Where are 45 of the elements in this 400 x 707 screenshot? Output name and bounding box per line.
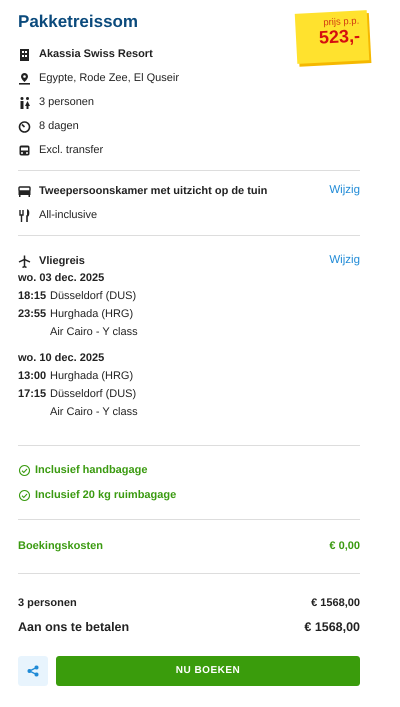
airport-text: Hurghada (HRG)	[50, 307, 134, 322]
check-circle-icon	[18, 488, 31, 502]
flight-time: 18:15	[18, 289, 48, 304]
flight-time: 17:15	[18, 387, 48, 402]
flight-time: 13:00	[18, 369, 48, 384]
price-label: prijs p.p.	[322, 16, 360, 30]
airport-text: Düsseldorf (DUS)	[50, 289, 136, 304]
board-text: All-inclusive	[39, 208, 98, 223]
booking-costs-value: € 0,00	[329, 539, 360, 554]
room-name: Tweepersoonskamer met uitzicht op de tuin	[39, 184, 268, 199]
detail-text: Excl. transfer	[39, 142, 104, 158]
airport-text: Düsseldorf (DUS)	[50, 387, 136, 402]
bus-icon	[18, 144, 31, 156]
detail-text: Akassia Swiss Resort	[39, 46, 153, 62]
share-button[interactable]	[18, 656, 48, 686]
building-icon	[18, 48, 31, 60]
total-value: € 1568,00	[311, 596, 360, 610]
change-link[interactable]: Wijzig	[329, 182, 360, 200]
booking-costs-label: Boekingskosten	[18, 539, 103, 554]
total-label: Aan ons te betalen	[18, 619, 130, 636]
detail-text: Egypte, Rode Zee, El Quseir	[39, 70, 180, 86]
timer-icon	[18, 120, 31, 132]
bed-icon	[18, 184, 31, 198]
baggage-text: Inclusief 20 kg ruimbagage	[35, 488, 176, 503]
total-label: 3 personen	[18, 596, 77, 610]
flight-title: Vliegreis	[39, 254, 85, 269]
airport-text: Hurghada (HRG)	[50, 369, 134, 384]
book-button[interactable]: NU BOEKEN	[56, 656, 360, 686]
cutlery-icon	[18, 208, 31, 222]
check-circle-icon	[18, 464, 31, 477]
detail-text: 8 dagen	[39, 118, 79, 134]
share-icon	[27, 664, 39, 677]
flight-date: wo. 03 dec. 2025	[18, 271, 106, 286]
airplane-icon	[18, 254, 31, 268]
people-icon	[18, 96, 31, 108]
total-value: € 1568,00	[304, 619, 360, 636]
detail-text: 3 personen	[39, 94, 94, 110]
carrier-text: Air Cairo - Y class	[50, 326, 138, 338]
baggage-text: Inclusief handbagage	[35, 463, 148, 478]
carrier-text: Air Cairo - Y class	[50, 406, 138, 418]
flight-date: wo. 10 dec. 2025	[18, 351, 106, 366]
title: Pakketreissom	[18, 12, 138, 32]
flight-time: 23:55	[18, 307, 48, 322]
change-link[interactable]: Wijzig	[329, 252, 360, 270]
location-pin-icon	[18, 72, 31, 84]
